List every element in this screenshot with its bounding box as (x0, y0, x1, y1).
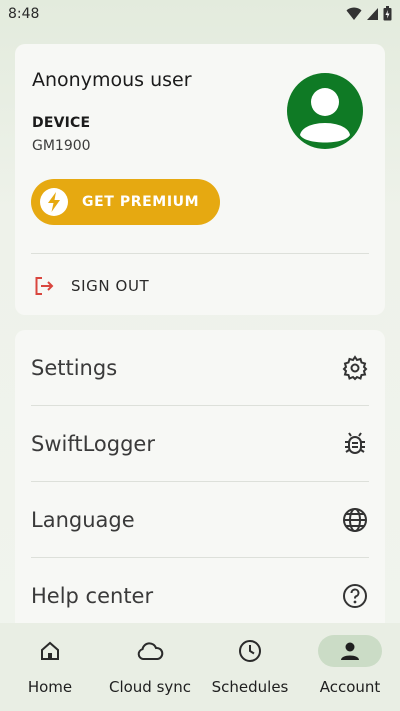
globe-icon (341, 506, 369, 534)
account-screen: 8:48 Anonymous user DEVICE GM1900 GET PR… (0, 0, 400, 711)
menu-item-label: Help center (31, 584, 154, 608)
menu-item-language[interactable]: Language (31, 482, 369, 558)
sign-out-button[interactable]: SIGN OUT (31, 266, 369, 306)
user-name: Anonymous user (32, 69, 192, 91)
menu-item-label: Language (31, 508, 135, 532)
device-value: GM1900 (32, 138, 91, 154)
nav-label: Schedules (211, 678, 289, 696)
avatar[interactable] (287, 73, 363, 149)
nav-item-account[interactable]: Account (316, 623, 384, 711)
clock-icon (218, 635, 282, 667)
menu-item-label: Settings (31, 356, 118, 380)
person-avatar-icon (300, 88, 350, 143)
nav-label: Cloud sync (108, 678, 192, 696)
battery-icon (383, 6, 392, 21)
home-icon (18, 635, 82, 667)
bottom-navigation: Home Cloud sync Schedules Account (0, 623, 400, 711)
menu-card: Settings SwiftLogger Language Help cente… (15, 330, 385, 640)
wifi-icon (346, 7, 362, 20)
menu-item-swiftlogger[interactable]: SwiftLogger (31, 406, 369, 482)
profile-card: Anonymous user DEVICE GM1900 GET PREMIUM (15, 44, 385, 315)
sign-out-label: SIGN OUT (71, 277, 150, 295)
nav-item-cloud-sync[interactable]: Cloud sync (108, 623, 192, 711)
menu-item-settings[interactable]: Settings (31, 330, 369, 406)
bug-icon (341, 430, 369, 458)
menu-item-label: SwiftLogger (31, 432, 155, 456)
lightning-icon (40, 188, 68, 216)
divider (31, 253, 369, 254)
help-icon (341, 582, 369, 610)
status-time: 8:48 (8, 6, 40, 22)
premium-label: GET PREMIUM (82, 194, 200, 210)
person-icon (318, 635, 382, 667)
nav-item-home[interactable]: Home (18, 623, 82, 711)
nav-label: Account (319, 678, 381, 696)
cloud-icon (118, 635, 182, 667)
nav-item-schedules[interactable]: Schedules (211, 623, 289, 711)
logout-icon (35, 277, 54, 295)
status-icons (346, 6, 392, 21)
status-bar: 8:48 (0, 0, 400, 30)
device-label: DEVICE (32, 115, 91, 131)
nav-label: Home (27, 678, 73, 696)
signal-icon (367, 7, 378, 20)
get-premium-button[interactable]: GET PREMIUM (31, 179, 220, 225)
gear-icon (341, 354, 369, 382)
